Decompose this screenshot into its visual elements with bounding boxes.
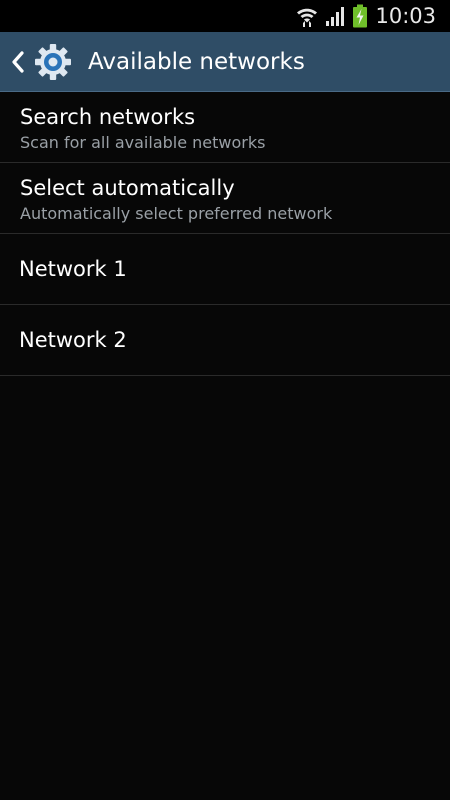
action-bar: Available networks bbox=[0, 32, 450, 92]
list-item-title: Search networks bbox=[20, 105, 196, 129]
page-title: Available networks bbox=[88, 48, 305, 75]
select-automatically-item[interactable]: Select automatically Automatically selec… bbox=[0, 163, 450, 234]
status-icons: 10:03 bbox=[295, 0, 436, 32]
list-item-subtitle: Automatically select preferred network bbox=[20, 204, 333, 223]
network-2-item[interactable]: Network 2 bbox=[0, 305, 450, 376]
wifi-icon bbox=[297, 8, 318, 27]
status-clock: 10:03 bbox=[375, 4, 436, 28]
battery-charging-icon bbox=[353, 4, 368, 28]
status-bar: 10:03 bbox=[0, 0, 450, 32]
signal-icon bbox=[326, 7, 345, 26]
chevron-left-icon bbox=[12, 50, 24, 73]
network-1-item[interactable]: Network 1 bbox=[0, 234, 450, 305]
list-item-title: Network 2 bbox=[19, 328, 127, 352]
list-item-title: Select automatically bbox=[20, 176, 235, 200]
network-options-list: Search networks Scan for all available n… bbox=[0, 92, 450, 376]
screen: 10:03 Available networks Search networks… bbox=[0, 0, 450, 800]
list-item-subtitle: Scan for all available networks bbox=[20, 133, 266, 152]
back-button[interactable] bbox=[0, 32, 78, 91]
gear-icon bbox=[35, 43, 71, 80]
list-item-title: Network 1 bbox=[19, 257, 127, 281]
search-networks-item[interactable]: Search networks Scan for all available n… bbox=[0, 92, 450, 163]
